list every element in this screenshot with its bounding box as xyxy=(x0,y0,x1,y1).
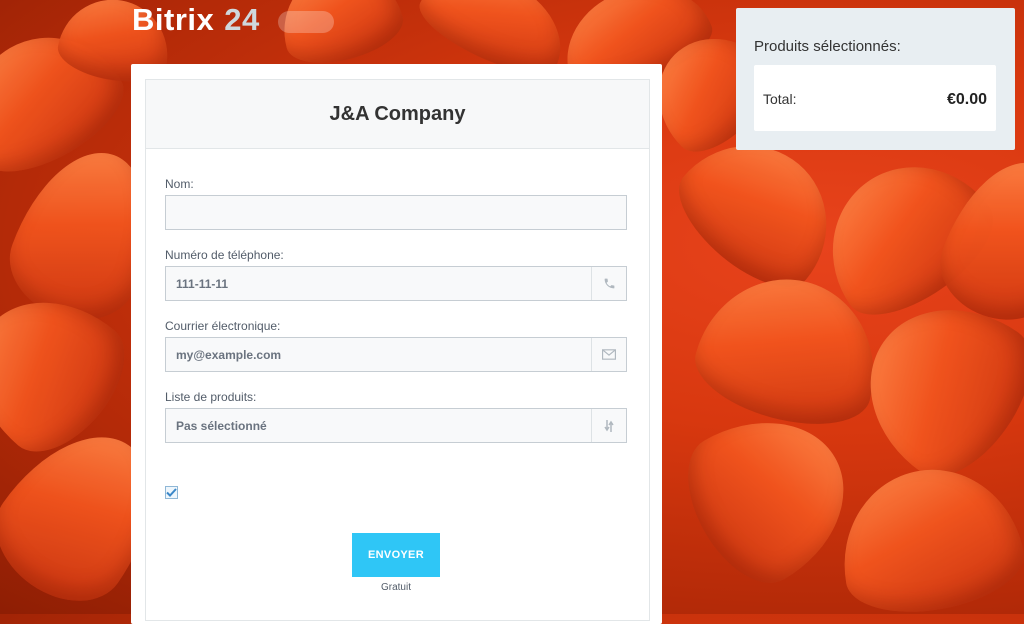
form-header: J&A Company xyxy=(146,80,649,149)
products-select[interactable]: Pas sélectionné xyxy=(165,408,627,443)
name-label: Nom: xyxy=(165,177,194,191)
checkmark-icon xyxy=(166,488,177,497)
name-field[interactable] xyxy=(165,195,627,230)
form-title: J&A Company xyxy=(329,102,466,125)
products-label: Liste de produits: xyxy=(165,390,257,404)
agreement-checkbox[interactable] xyxy=(165,486,178,499)
cart-title: Produits sélectionnés: xyxy=(754,38,901,55)
bitrix24-logo: Bitrix 24 xyxy=(132,2,334,38)
phone-icon xyxy=(591,267,626,300)
logo-brand: Bitrix xyxy=(132,2,215,37)
logo-number: 24 xyxy=(224,2,260,37)
crm-form-card: J&A Company Nom: Numéro de téléphone: 11… xyxy=(131,64,662,624)
email-field[interactable]: my@example.com xyxy=(165,337,627,372)
cart-total-value: €0.00 xyxy=(946,91,987,108)
cloud-icon xyxy=(277,11,334,33)
email-label: Courrier électronique: xyxy=(165,319,281,333)
selected-products-panel: Produits sélectionnés: Total: €0.00 xyxy=(736,8,1015,150)
crm-form: J&A Company Nom: Numéro de téléphone: 11… xyxy=(145,79,650,621)
envelope-icon xyxy=(591,338,626,371)
cart-total-label: Total: xyxy=(763,91,797,107)
submit-sublabel: Gratuit xyxy=(380,582,411,593)
submit-button[interactable]: ENVOYER xyxy=(352,533,440,577)
phone-value: 111-11-11 xyxy=(176,276,229,291)
phone-field[interactable]: 111-11-11 xyxy=(165,266,627,301)
sort-arrows-icon xyxy=(591,409,626,442)
email-value: my@example.com xyxy=(176,347,282,362)
products-value: Pas sélectionné xyxy=(176,418,267,433)
phone-label: Numéro de téléphone: xyxy=(165,248,284,262)
cart-total-box: Total: €0.00 xyxy=(754,65,996,131)
